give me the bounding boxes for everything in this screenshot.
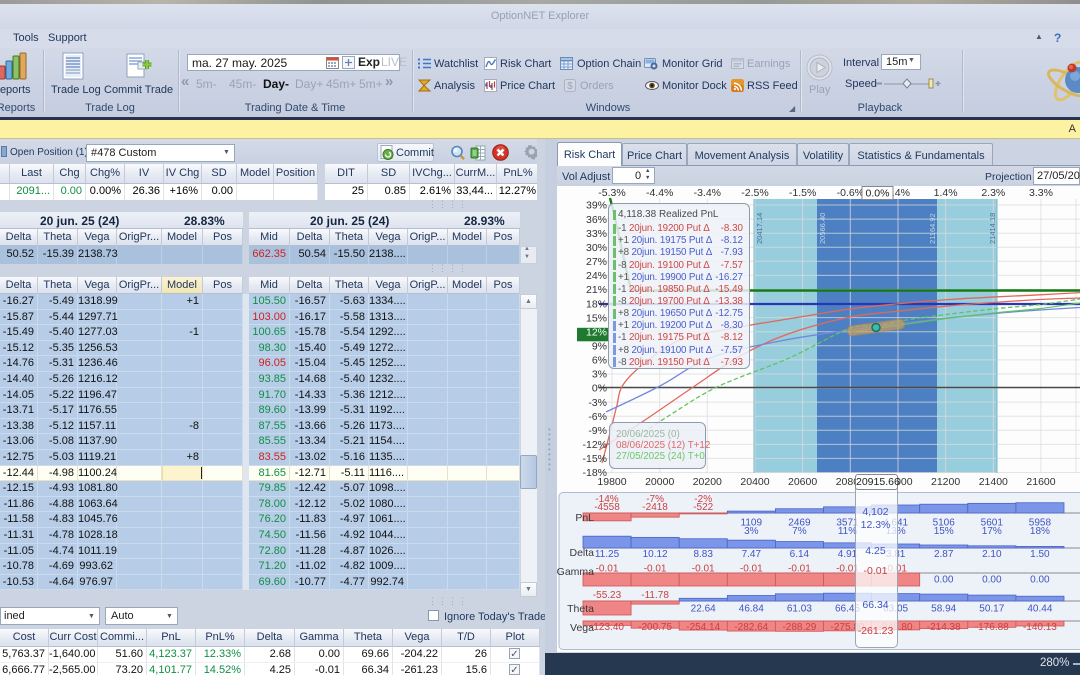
svg-text:-2.5%: -2.5% [741,187,768,199]
svg-text:-200.75: -200.75 [638,622,672,633]
svg-text:50.17: 50.17 [979,604,1004,615]
svg-text:20600: 20600 [788,476,817,488]
svg-text:2.87: 2.87 [934,549,954,560]
svg-text:-123.40: -123.40 [590,622,624,633]
svg-text:$: $ [567,81,573,92]
svg-text:-0.01: -0.01 [596,564,619,575]
svg-text:15%: 15% [934,526,954,537]
svg-text:-288.29: -288.29 [782,622,816,633]
svg-text:61.03: 61.03 [787,604,812,615]
svg-text:17%: 17% [982,526,1002,537]
svg-text:2.3%: 2.3% [981,187,1005,199]
svg-text:-254.14: -254.14 [686,622,720,633]
svg-text:6.14: 6.14 [790,549,810,560]
svg-text:Gamma: Gamma [557,566,594,578]
svg-text:-6%: -6% [588,411,607,423]
svg-text:19800: 19800 [597,476,626,488]
svg-text:8.83: 8.83 [693,549,713,560]
svg-text:12%: 12% [586,326,607,338]
svg-text:20400: 20400 [740,476,769,488]
svg-text:-522: -522 [693,502,713,513]
svg-text:30%: 30% [586,242,607,254]
svg-text:20000: 20000 [645,476,674,488]
svg-text:15%: 15% [586,312,607,324]
svg-text:-2418: -2418 [642,502,668,513]
svg-text:-0.01: -0.01 [788,564,811,575]
svg-text:Delta: Delta [569,547,594,559]
svg-text:-9%: -9% [588,425,607,437]
svg-text:33%: 33% [586,228,607,240]
svg-text:18%: 18% [586,298,607,310]
svg-text:-15%: -15% [582,453,607,465]
svg-text:-0.01: -0.01 [644,564,667,575]
svg-text:46.84: 46.84 [739,604,764,615]
svg-text:-176.88: -176.88 [975,622,1009,633]
svg-text:22.64: 22.64 [691,604,716,615]
svg-text:-1.5%: -1.5% [789,187,816,199]
svg-text:-3.4%: -3.4% [694,187,721,199]
svg-text:PnL: PnL [575,512,594,524]
svg-text:-0.6%: -0.6% [837,187,864,199]
svg-text:-282.64: -282.64 [734,622,768,633]
svg-text:-0.01: -0.01 [740,564,763,575]
svg-text:2.10: 2.10 [982,549,1002,560]
svg-text:21164.92: 21164.92 [928,213,937,244]
svg-text:21400: 21400 [979,476,1008,488]
svg-text:11.25: 11.25 [595,549,620,560]
svg-text:-11.78: -11.78 [641,590,669,601]
svg-text:0.00: 0.00 [934,575,954,586]
svg-text:-214.38: -214.38 [927,622,961,633]
svg-text:6%: 6% [592,355,607,367]
svg-text:-4.4%: -4.4% [646,187,673,199]
svg-text:36%: 36% [586,214,607,226]
svg-text:-5.3%: -5.3% [598,187,625,199]
svg-text:20566.40: 20566.40 [818,213,827,244]
svg-text:3%: 3% [744,526,759,537]
svg-text:Theta: Theta [567,603,594,615]
svg-text:18%: 18% [1030,526,1050,537]
svg-text:3.3%: 3.3% [1029,187,1053,199]
svg-text:21414.18: 21414.18 [988,213,997,244]
svg-text:0.00: 0.00 [1030,575,1050,586]
svg-text:-4558: -4558 [594,502,620,513]
svg-text:1.50: 1.50 [1030,549,1050,560]
svg-text:7.47: 7.47 [742,549,762,560]
svg-text:21600: 21600 [1026,476,1055,488]
svg-text:21200: 21200 [931,476,960,488]
svg-text:10.12: 10.12 [643,549,668,560]
svg-text:39%: 39% [586,200,607,212]
svg-text:20200: 20200 [693,476,722,488]
svg-text:-12%: -12% [582,439,607,451]
svg-text:3%: 3% [592,369,607,381]
svg-text:-0.01: -0.01 [692,564,715,575]
svg-text:9%: 9% [592,341,607,353]
svg-text:7%: 7% [792,526,807,537]
svg-text:-3%: -3% [588,397,607,409]
svg-text:20417.14: 20417.14 [755,213,764,244]
svg-text:40.44: 40.44 [1027,604,1052,615]
svg-text:58.94: 58.94 [931,604,956,615]
svg-text:0.00: 0.00 [982,575,1002,586]
svg-text:-55.23: -55.23 [593,590,622,601]
svg-text:27%: 27% [586,256,607,268]
svg-text:-140.13: -140.13 [1023,622,1057,633]
svg-text:1.4%: 1.4% [934,187,958,199]
svg-text:0.0%: 0.0% [866,188,890,200]
svg-text:21%: 21% [586,284,607,296]
svg-text:0%: 0% [592,383,607,395]
svg-text:24%: 24% [586,270,607,282]
